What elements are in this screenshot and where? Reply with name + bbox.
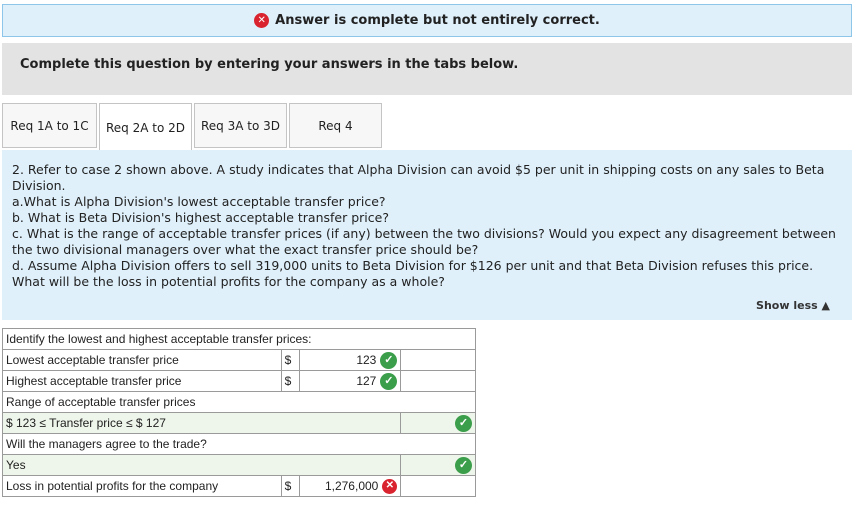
- highest-price-input[interactable]: 127 ✓: [298, 370, 402, 392]
- highest-price-label: Highest acceptable transfer price: [2, 370, 282, 392]
- tab-req-4[interactable]: Req 4: [289, 103, 382, 148]
- lowest-price-label: Lowest acceptable transfer price: [2, 349, 282, 371]
- triangle-up-icon: ▲: [821, 299, 830, 312]
- range-value-select[interactable]: $ 123 ≤ Transfer price ≤ $ 127: [1, 412, 402, 434]
- currency-symbol: $: [280, 370, 300, 392]
- incorrect-icon: ✕: [382, 478, 398, 494]
- question-intro: 2. Refer to case 2 shown above. A study …: [12, 162, 825, 193]
- agree-label: Will the managers agree to the trade?: [2, 433, 476, 455]
- currency-symbol: $: [280, 475, 300, 497]
- currency-symbol: $: [280, 349, 300, 371]
- question-b: b. What is Beta Division's highest accep…: [12, 210, 389, 225]
- show-less-link[interactable]: Show less ▲: [756, 299, 830, 312]
- tab-req-3a-3d[interactable]: Req 3A to 3D: [194, 103, 287, 148]
- tab-req-2a-2d[interactable]: Req 2A to 2D: [99, 103, 192, 151]
- correct-icon: ✓: [455, 414, 472, 432]
- answer-table: Identify the lowest and highest acceptab…: [1, 328, 476, 497]
- instruction-text: Complete this question by entering your …: [2, 43, 852, 95]
- result-banner: ✕ Answer is complete but not entirely co…: [2, 4, 852, 37]
- loss-label: Loss in potential profits for the compan…: [2, 475, 282, 497]
- correct-icon: ✓: [380, 372, 398, 390]
- correct-icon: ✓: [380, 351, 398, 369]
- table-heading: Identify the lowest and highest acceptab…: [2, 328, 476, 350]
- lowest-price-input[interactable]: 123 ✓: [298, 349, 402, 371]
- question-c: c. What is the range of acceptable trans…: [12, 226, 836, 257]
- agree-value-select[interactable]: Yes: [1, 454, 402, 476]
- question-a: a.What is Alpha Division's lowest accept…: [12, 194, 386, 209]
- tab-req-1a-1c[interactable]: Req 1A to 1C: [2, 103, 97, 148]
- loss-input[interactable]: 1,276,000 ✕: [298, 475, 402, 497]
- question-d: d. Assume Alpha Division offers to sell …: [12, 258, 814, 289]
- range-label: Range of acceptable transfer prices: [2, 391, 476, 413]
- incorrect-icon: ✕: [254, 13, 270, 28]
- question-panel: 2. Refer to case 2 shown above. A study …: [2, 150, 852, 320]
- banner-text: Answer is complete but not entirely corr…: [275, 13, 600, 28]
- correct-icon: ✓: [455, 456, 472, 474]
